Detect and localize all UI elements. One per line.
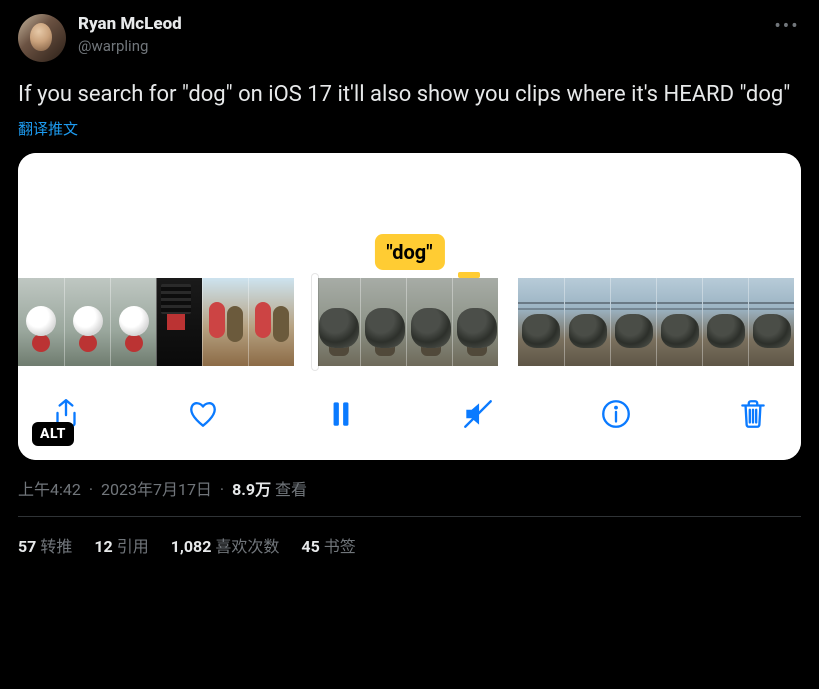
pause-icon [324, 397, 358, 431]
display-name: Ryan McLeod [78, 14, 773, 34]
meta-views-count: 8.9万 [232, 480, 271, 499]
clip-frame [564, 278, 610, 366]
stat-likes[interactable]: 1,082喜欢次数 [171, 533, 280, 557]
tweet-container: Ryan McLeod @warpling ••• If you search … [0, 0, 819, 573]
clip-3[interactable] [518, 278, 794, 366]
pause-button[interactable] [321, 394, 361, 434]
playhead[interactable] [312, 274, 318, 370]
stat-bookmarks[interactable]: 45 书签 [301, 533, 355, 557]
clip-frame [360, 278, 406, 366]
clip-frame [248, 278, 294, 366]
clip-frame [452, 278, 498, 366]
clip-frame [156, 278, 202, 366]
handle: @warpling [78, 36, 773, 56]
meta-date[interactable]: 2023年7月17日 [101, 480, 212, 499]
clip-2[interactable] [314, 278, 498, 366]
heart-icon [186, 397, 220, 431]
translate-link[interactable]: 翻译推文 [18, 118, 801, 139]
meta-views-label: 查看 [275, 480, 307, 499]
tweet-meta: 上午4:42 · 2023年7月17日 · 8.9万 查看 [18, 476, 801, 500]
clip-frame [610, 278, 656, 366]
stat-label: 喜欢次数 [215, 537, 279, 556]
video-timeline[interactable] [18, 278, 801, 370]
mute-button[interactable] [458, 394, 498, 434]
tweet-text: If you search for "dog" on iOS 17 it'll … [18, 80, 801, 110]
clip-frame [518, 278, 564, 366]
alt-badge[interactable]: ALT [32, 422, 74, 446]
stat-retweets[interactable]: 57转推 [18, 533, 72, 557]
trash-button[interactable] [733, 394, 773, 434]
clip-frame [406, 278, 452, 366]
media-toolbar [18, 370, 801, 460]
media-card[interactable]: "dog" [18, 153, 801, 460]
clip-frame [748, 278, 794, 366]
author-names[interactable]: Ryan McLeod @warpling [78, 14, 773, 56]
tweet-stats: 57转推 12 引用 1,082喜欢次数 45 书签 [18, 517, 801, 567]
stat-quotes[interactable]: 12 引用 [94, 533, 148, 557]
avatar[interactable] [18, 14, 66, 62]
tweet-header: Ryan McLeod @warpling ••• [18, 14, 801, 62]
info-icon [599, 397, 633, 431]
media-header-area: "dog" [18, 153, 801, 278]
stat-count: 12 [94, 537, 112, 556]
stat-count: 57 [18, 537, 36, 556]
info-button[interactable] [596, 394, 636, 434]
trash-icon [736, 397, 770, 431]
clip-frame [64, 278, 110, 366]
stat-count: 45 [301, 537, 319, 556]
more-icon[interactable]: ••• [773, 14, 801, 37]
stat-label: 转推 [40, 537, 72, 556]
meta-separator: · [220, 480, 224, 499]
meta-time[interactable]: 上午4:42 [18, 480, 81, 499]
clip-1[interactable] [18, 278, 294, 366]
meta-separator: · [89, 480, 93, 499]
stat-label: 引用 [117, 537, 149, 556]
clip-frame [656, 278, 702, 366]
clip-frame [110, 278, 156, 366]
like-button[interactable] [183, 394, 223, 434]
stat-label: 书签 [324, 537, 356, 556]
clip-frame [18, 278, 64, 366]
mute-icon [461, 397, 495, 431]
clip-frame [314, 278, 360, 366]
search-tag: "dog" [374, 234, 444, 270]
clip-frame [702, 278, 748, 366]
clip-frame [202, 278, 248, 366]
stat-count: 1,082 [171, 537, 212, 556]
